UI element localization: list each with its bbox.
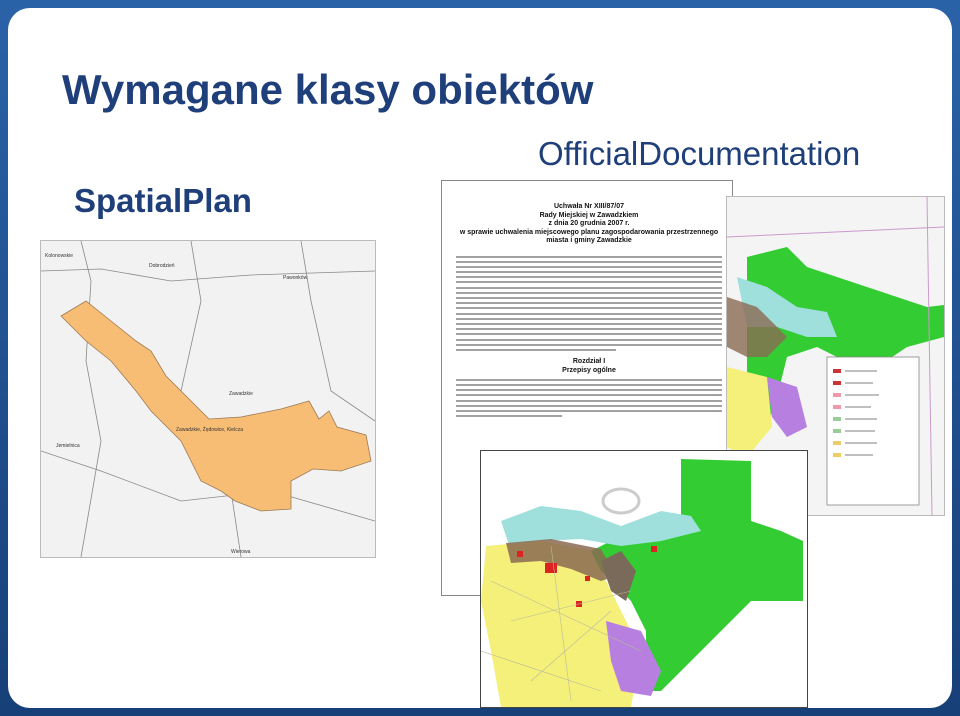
document-body-text	[456, 255, 722, 351]
zoning-map-detail	[480, 450, 808, 708]
document-heading: Uchwała Nr XIII/87/07 Rady Miejskiej w Z…	[456, 203, 722, 246]
heading-line: w sprawie uchwalenia miejscowego planu z…	[459, 228, 719, 236]
spatial-plan-map: Kolonowskie Dobrodzień Pawonków Zawadzki…	[40, 240, 376, 558]
spatial-plan-label: SpatialPlan	[74, 182, 252, 219]
heading-line: miasta i gminy Zawadzkie	[546, 237, 632, 244]
official-documentation-label: OfficialDocumentation	[538, 135, 861, 172]
place-label: Zawadzkie, Żędowice, Kielcza	[176, 426, 243, 433]
place-label: Dobrodzień	[149, 263, 175, 269]
place-label: Zawadzkie	[229, 391, 253, 397]
heading-line: z dnia 20 grudnia 2007 r.	[548, 220, 630, 227]
document-section-heading: Rozdział I Przepisy ogólne	[456, 357, 722, 375]
place-label: Pawonków	[283, 275, 308, 281]
section-line: Przepisy ogólne	[562, 366, 616, 374]
municipality-region	[60, 300, 372, 512]
place-label: Kolonowskie	[45, 253, 73, 259]
slide-title: Wymagane klasy obiektów	[62, 66, 594, 113]
heading-line: Rady Miejskiej w Zawadzkiem	[539, 211, 639, 219]
document-body-text	[456, 378, 722, 418]
section-line: Rozdział I	[572, 357, 606, 365]
place-label: Wierowa	[231, 549, 251, 555]
heading-line: Uchwała Nr XIII/87/07	[553, 203, 625, 210]
slide: Wymagane klasy obiektów OfficialDocument…	[8, 8, 952, 708]
place-label: Jemielnica	[56, 443, 80, 449]
